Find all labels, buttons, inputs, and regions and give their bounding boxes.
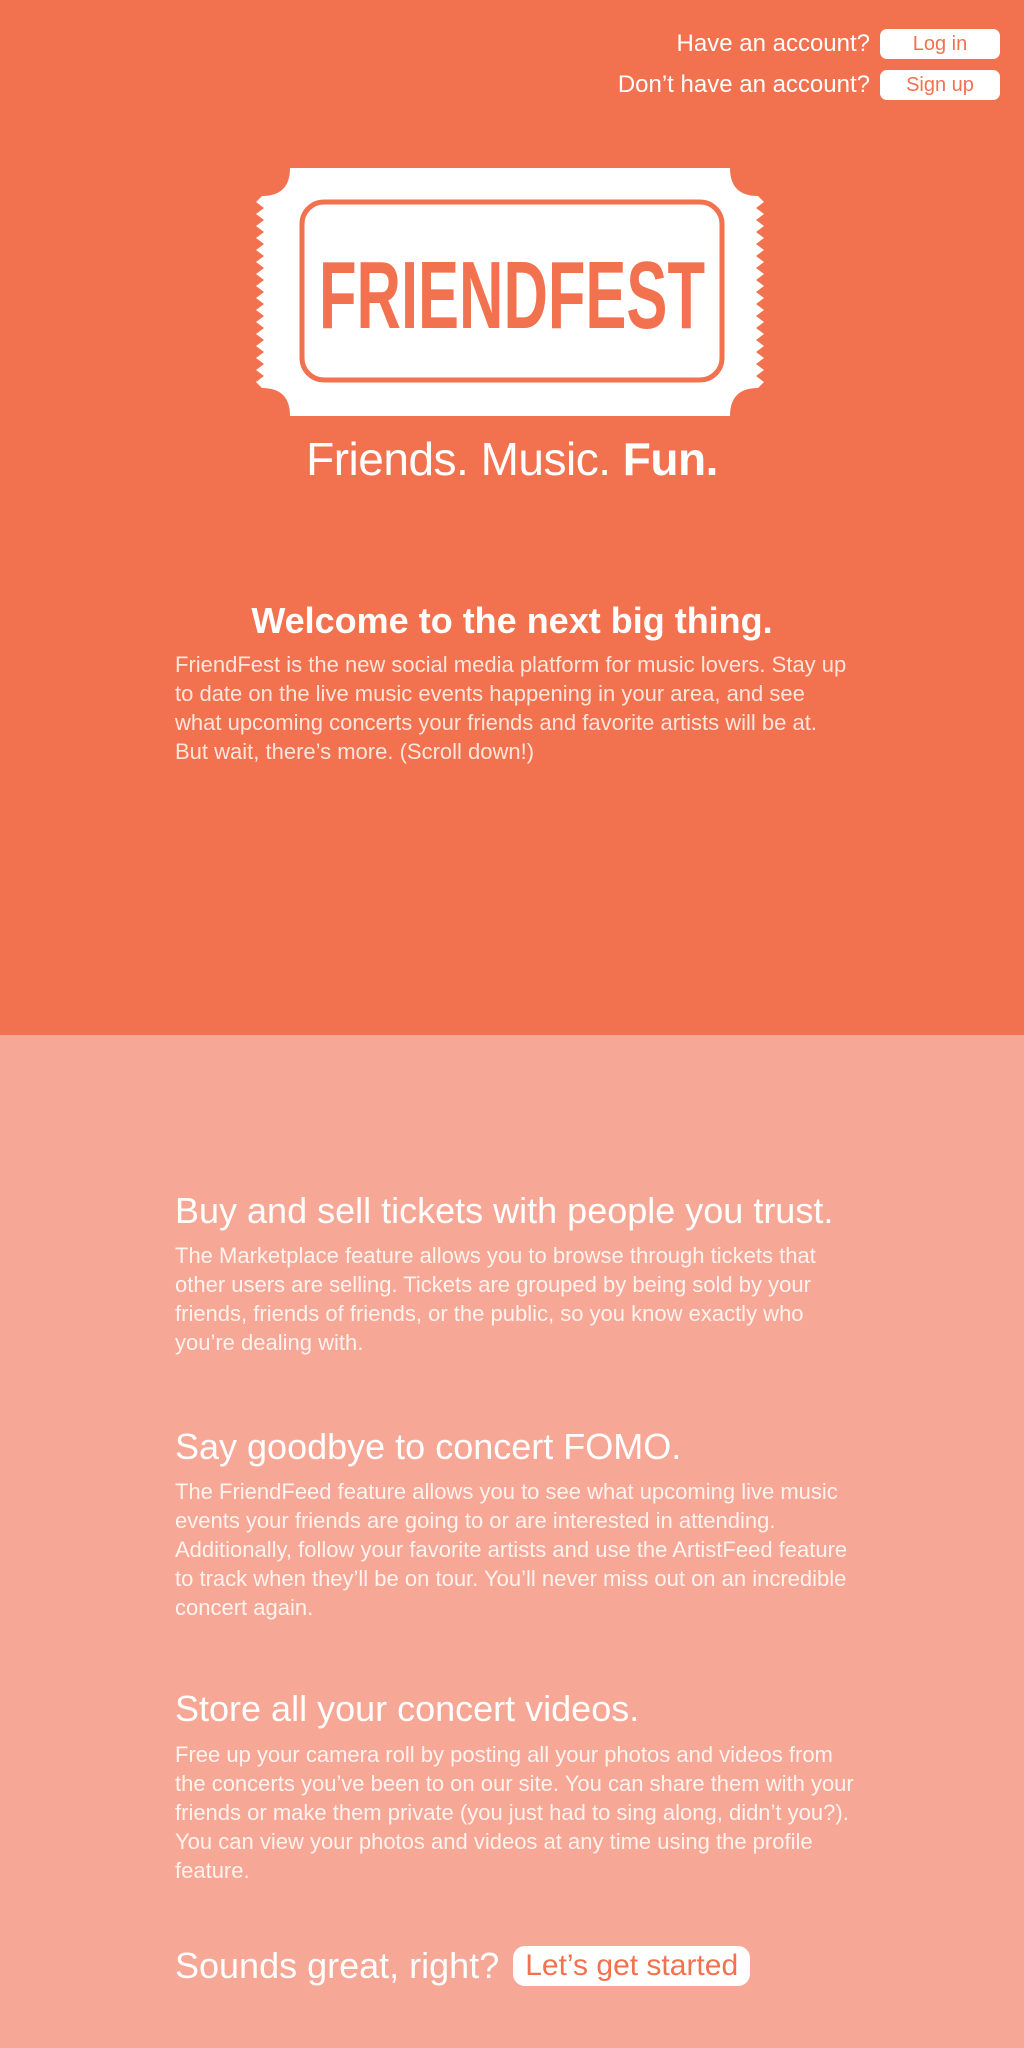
feature-body-videos: Free up your camera roll by posting all … bbox=[175, 1742, 854, 1883]
login-row: Have an account? Log in bbox=[677, 29, 1000, 59]
feature-heading-videos: Store all your concert videos. bbox=[175, 1688, 640, 1729]
feature-body-friendfeed: The FriendFeed feature allows you to see… bbox=[175, 1479, 848, 1620]
tagline-emphasis: Fun. bbox=[622, 433, 719, 485]
logo-wordmark: FRIENDFEST bbox=[319, 242, 705, 349]
welcome-body: FriendFest is the new social media platf… bbox=[175, 652, 847, 764]
feature-body-marketplace: The Marketplace feature allows you to br… bbox=[175, 1243, 816, 1355]
tagline-lead: Friends. Music. bbox=[306, 433, 623, 485]
feature-heading-marketplace: Buy and sell tickets with people you tru… bbox=[175, 1190, 834, 1231]
welcome-heading: Welcome to the next big thing. bbox=[251, 600, 773, 641]
hero-section: Have an account? Log in Don’t have an ac… bbox=[0, 0, 1024, 1035]
friendfest-ticket-logo: FRIENDFEST bbox=[256, 168, 764, 416]
cta-text: Sounds great, right? bbox=[175, 1945, 500, 1986]
feature-heading-friendfeed: Say goodbye to concert FOMO. bbox=[175, 1426, 682, 1467]
tagline: Friends. Music. Fun. bbox=[0, 432, 1024, 486]
login-button[interactable]: Log in bbox=[880, 29, 1000, 59]
signup-prompt: Don’t have an account? bbox=[617, 71, 870, 98]
login-prompt: Have an account? bbox=[676, 30, 870, 57]
get-started-button[interactable]: Let’s get started bbox=[513, 1946, 751, 1986]
signup-button[interactable]: Sign up bbox=[880, 70, 1000, 100]
signup-row: Don’t have an account? Sign up bbox=[618, 70, 1000, 100]
cta-row: Sounds great, right? Let’s get started bbox=[175, 1944, 751, 1988]
